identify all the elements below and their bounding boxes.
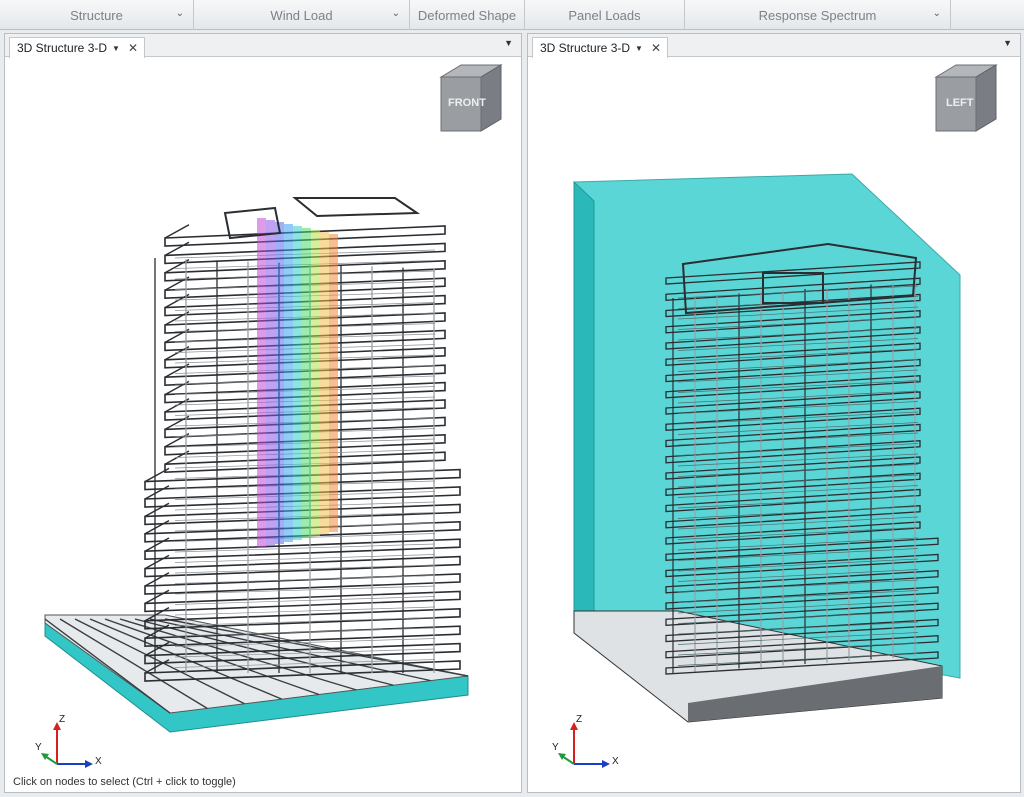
floor-side-beam (144, 537, 170, 552)
core-wall-stress-band (311, 230, 320, 536)
panel-loads-button[interactable]: Panel Loads (525, 0, 685, 30)
core-wall-stress-band (329, 234, 338, 532)
chevron-down-icon: ⌄ (175, 8, 184, 19)
tab-menu-chevron-icon[interactable]: ▼ (504, 38, 513, 48)
core-wall-stress-band (275, 222, 284, 544)
chevron-down-icon: ⌄ (932, 8, 941, 19)
tab-dropdown-icon[interactable]: ▼ (112, 44, 120, 53)
core-wall-stress-band (284, 224, 293, 542)
tab-3d-structure-left[interactable]: 3D Structure 3-D ▼ ✕ (9, 37, 146, 58)
floor-side-beam (144, 485, 170, 500)
axis-y-label: Y (35, 742, 42, 753)
core-wall-stress-band (302, 228, 311, 538)
view-cube[interactable]: LEFT (930, 63, 1000, 133)
left-3d-viewport[interactable]: FRONT Z Y X (5, 58, 521, 792)
grid-beam (174, 575, 436, 584)
view-cube[interactable]: FRONT (435, 63, 505, 133)
floor-slab-edge (144, 573, 461, 595)
axis-triad: Z Y X (552, 714, 622, 774)
close-icon[interactable]: ✕ (128, 41, 138, 55)
axis-x-label: X (95, 756, 102, 767)
axis-x-label: X (612, 756, 619, 767)
left-view-pane: 3D Structure 3-D ▼ ✕ ▼ FRONT Z Y X Click… (4, 33, 522, 793)
structure-dropdown-label: Structure (70, 7, 123, 23)
core-wall-stress-band (257, 218, 266, 548)
floor-side-beam (164, 224, 190, 239)
right-view-pane: 3D Structure 3-D ▼ ✕ ▼ LEFT Z Y X (527, 33, 1021, 793)
structure-dropdown[interactable]: Structure ⌄ (0, 0, 194, 30)
tab-menu-chevron-icon[interactable]: ▼ (1003, 38, 1012, 48)
close-icon[interactable]: ✕ (651, 41, 661, 55)
response-spectrum-dropdown-label: Response Spectrum (758, 7, 877, 23)
right-structure-model (573, 173, 961, 723)
view-cube-label: LEFT (946, 97, 974, 109)
axis-y-label: Y (552, 742, 559, 753)
chevron-down-icon: ⌄ (391, 8, 400, 19)
floor-side-beam (164, 241, 190, 257)
wind-load-dropdown-label: Wind Load (270, 7, 333, 23)
axis-triad: Z Y X (35, 714, 105, 774)
floor-side-beam (144, 502, 170, 518)
right-tab-strip: 3D Structure 3-D ▼ ✕ ▼ (528, 34, 1020, 58)
floor-slab-edge (144, 590, 461, 613)
floor-slab-edge (144, 538, 461, 561)
core-wall-stress-band (266, 220, 275, 546)
core-wall-stress-band (320, 232, 329, 534)
panel-loads-label: Panel Loads (568, 7, 641, 23)
floor-side-beam (144, 572, 170, 587)
axis-z-label: Z (59, 714, 66, 725)
left-structure-model (44, 197, 469, 733)
core-wall-stress-band (293, 226, 302, 540)
tab-3d-structure-right[interactable]: 3D Structure 3-D ▼ ✕ (532, 37, 669, 58)
roof-frame (292, 197, 421, 218)
tab-label: 3D Structure 3-D (17, 41, 108, 55)
floor-side-beam (144, 554, 170, 570)
tab-dropdown-icon[interactable]: ▼ (635, 44, 643, 53)
left-tab-strip: 3D Structure 3-D ▼ ✕ ▼ (5, 34, 521, 58)
floor-side-beam (144, 519, 170, 535)
status-bar-text: Click on nodes to select (Ctrl + click t… (13, 776, 236, 788)
tab-label: 3D Structure 3-D (540, 41, 631, 55)
view-cube-label: FRONT (448, 97, 486, 109)
deformed-shape-label: Deformed Shape (417, 7, 517, 23)
response-spectrum-dropdown[interactable]: Response Spectrum ⌄ (685, 0, 951, 30)
bounding-box-side (573, 180, 595, 612)
right-3d-viewport[interactable]: LEFT Z Y X (528, 58, 1020, 792)
axis-z-label: Z (576, 714, 583, 725)
floor-side-beam (144, 589, 170, 605)
floor-slab-edge (144, 555, 461, 578)
wind-load-dropdown[interactable]: Wind Load ⌄ (194, 0, 410, 30)
deformed-shape-button[interactable]: Deformed Shape (410, 0, 525, 30)
top-toolbar: Structure ⌄ Wind Load ⌄ Deformed Shape P… (0, 0, 1024, 30)
